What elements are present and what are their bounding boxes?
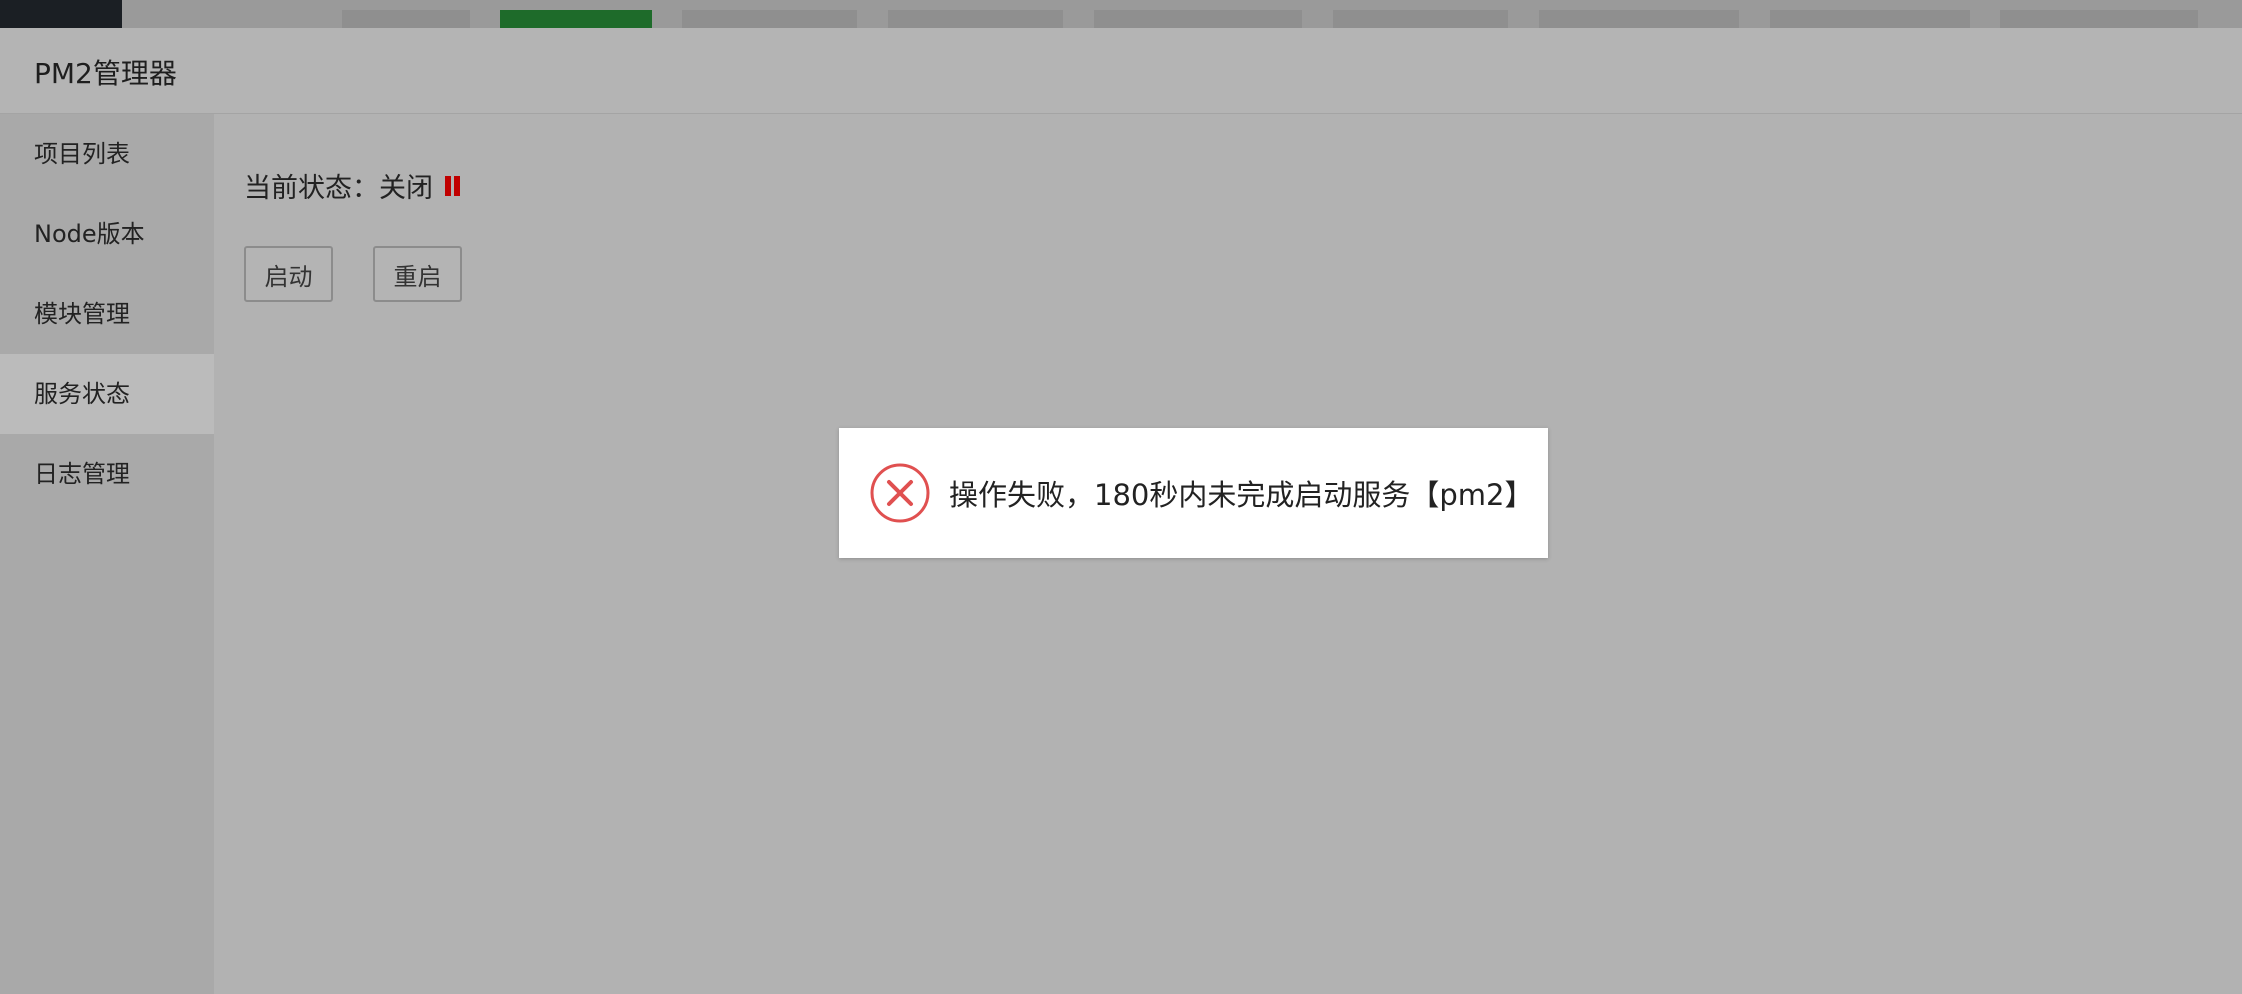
start-button[interactable]: 启动 bbox=[244, 246, 333, 302]
toast-message: 操作失败，180秒内未完成启动服务【pm2】 bbox=[949, 478, 1534, 512]
sidebar-item-log-management[interactable]: 日志管理 bbox=[0, 434, 214, 514]
sidebar: 项目列表 Node版本 模块管理 服务状态 日志管理 bbox=[0, 114, 214, 994]
error-toast: 操作失败，180秒内未完成启动服务【pm2】 bbox=[839, 428, 1548, 558]
sidebar-item-service-status[interactable]: 服务状态 bbox=[0, 354, 214, 434]
status-label: 当前状态：关闭 bbox=[244, 173, 433, 204]
window-header: PM2管理器 bbox=[0, 28, 2242, 114]
pause-icon bbox=[445, 175, 460, 196]
window-title: PM2管理器 bbox=[34, 57, 177, 90]
sidebar-item-project-list[interactable]: 项目列表 bbox=[0, 114, 214, 194]
sidebar-item-module-management[interactable]: 模块管理 bbox=[0, 274, 214, 354]
sidebar-item-node-version[interactable]: Node版本 bbox=[0, 194, 214, 274]
service-status-line: 当前状态：关闭 bbox=[244, 166, 460, 205]
restart-button[interactable]: 重启 bbox=[373, 246, 462, 302]
error-circle-x-icon bbox=[870, 463, 930, 523]
